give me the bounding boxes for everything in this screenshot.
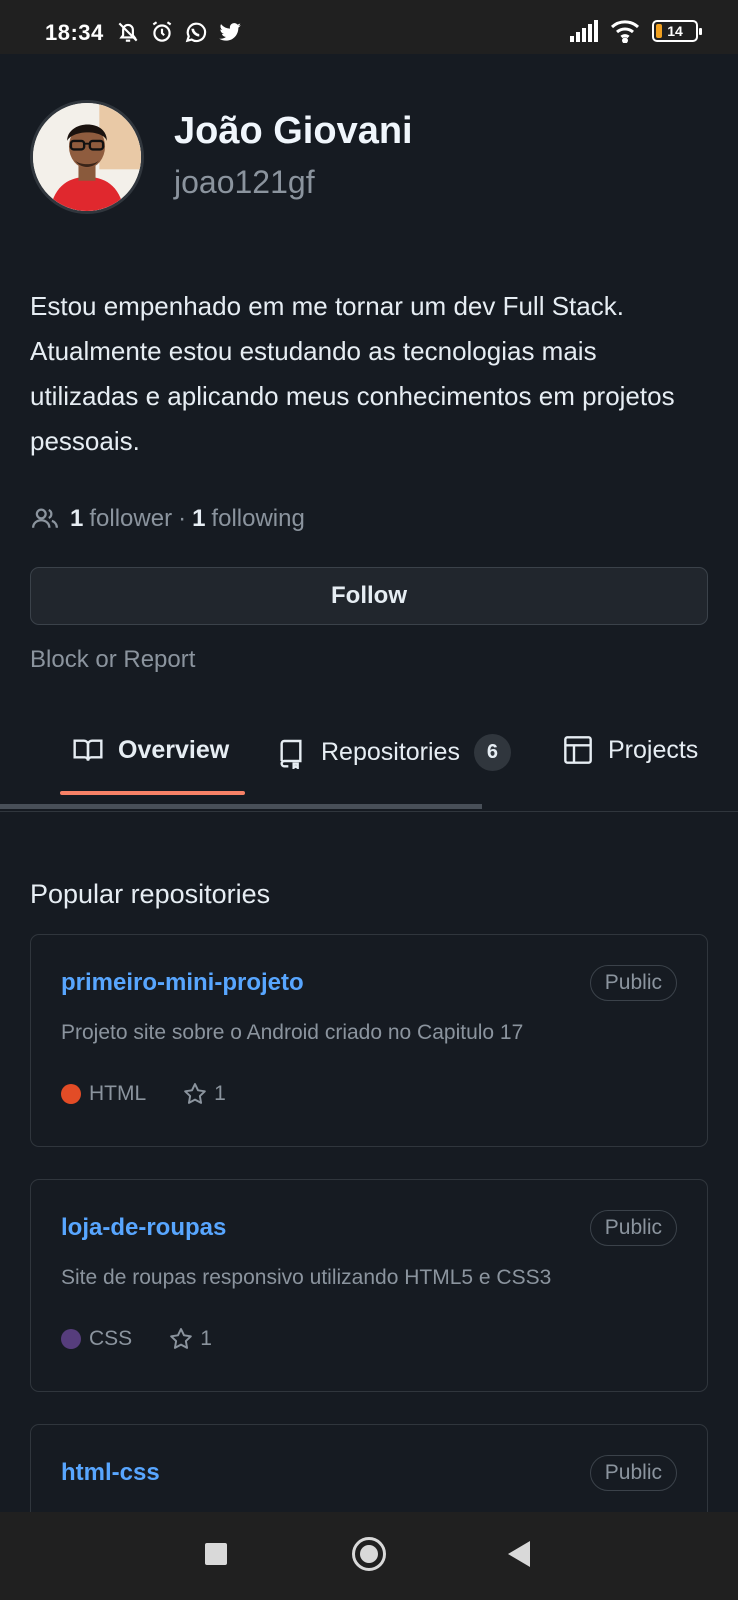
back-button[interactable] [508,1541,530,1567]
repo-star-count: 1 [200,1327,212,1350]
avatar[interactable] [30,100,144,214]
system-nav-bar [0,1512,738,1600]
status-time: 18:34 [45,20,104,45]
repo-name-link[interactable]: html-css [61,1459,160,1487]
recents-button[interactable] [205,1543,227,1565]
mute-icon [118,22,138,42]
repositories-counter: 6 [473,734,511,771]
language-color-dot [61,1329,81,1349]
profile-login: joao121gf [174,164,315,200]
follow-separator: · [178,505,187,532]
repo-language: CSS [89,1327,133,1350]
tab-repositories-label: Repositories [321,738,460,766]
signal-icon [570,20,598,42]
following-count[interactable]: 1 [192,505,205,533]
repo-star-count: 1 [214,1082,226,1105]
tab-selected-indicator [60,791,245,795]
profile-page: João Giovani joao121gf Estou empenhado e… [0,54,738,1512]
battery-fill [656,24,662,38]
followers-label[interactable]: follower [89,505,172,533]
table-icon [564,736,592,764]
wifi-icon [610,20,640,43]
repo-meta: CSS 1 [61,1326,212,1352]
visibility-badge: Public [589,1210,677,1246]
whatsapp-icon [185,22,207,43]
following-label[interactable]: following [211,505,304,533]
repo-description: Projeto site sobre o Android criado no C… [61,1021,524,1044]
repo-icon [280,739,302,769]
repo-language: HTML [89,1082,147,1105]
twitter-icon [219,23,241,41]
tab-repositories[interactable]: Repositories 6 [275,734,511,771]
battery-level: 14 [667,23,683,39]
people-icon [32,508,58,528]
home-button[interactable] [352,1537,386,1571]
tab-overview[interactable]: Overview [72,734,229,766]
tab-projects-label: Projects [608,735,699,764]
status-bar: 18:34 14 [0,0,738,54]
followers-count[interactable]: 1 [70,505,83,533]
repo-card: html-css Public [30,1424,708,1512]
profile-bio: Estou empenhado em me tornar um dev Full… [30,291,675,456]
star-icon [184,1083,207,1104]
alarm-icon [152,21,172,42]
follow-button[interactable]: Follow [30,567,708,625]
popular-repositories-title: Popular repositories [30,879,271,909]
tab-overview-label: Overview [118,735,230,764]
repo-description: Site de roupas responsivo utilizando HTM… [61,1266,552,1289]
repo-name-link[interactable]: loja-de-roupas [61,1214,226,1242]
tab-projects[interactable]: Projects [562,734,698,766]
tabs-scrollbar[interactable] [0,804,482,809]
visibility-badge: Public [589,1455,677,1491]
language-color-dot [61,1084,81,1104]
repo-card: primeiro-mini-projeto Public Projeto sit… [30,934,708,1147]
star-icon [170,1328,193,1349]
block-report-link[interactable]: Block or Report [30,646,195,674]
avatar-photo [33,103,141,211]
visibility-badge: Public [589,965,677,1001]
repo-stars[interactable]: 1 [182,1081,226,1107]
profile-name: João Giovani [174,110,413,152]
repo-meta: HTML 1 [61,1081,226,1107]
repo-card: loja-de-roupas Public Site de roupas res… [30,1179,708,1392]
battery-icon: 14 [652,20,702,42]
book-icon [73,739,103,761]
repo-stars[interactable]: 1 [168,1326,212,1352]
profile-tabs: Overview Repositories 6 Projects [0,714,738,814]
follow-stats: 1 follower · 1 following [30,504,305,534]
repo-name-link[interactable]: primeiro-mini-projeto [61,969,304,997]
tabs-divider [0,811,738,812]
